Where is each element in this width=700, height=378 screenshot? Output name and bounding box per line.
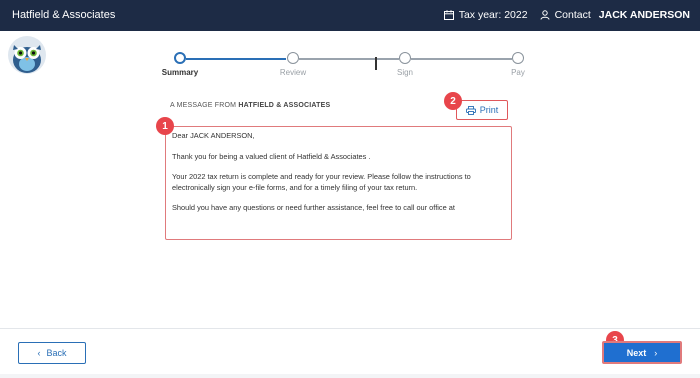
calendar-icon [443,10,454,20]
chevron-left-icon: ‹ [37,348,41,358]
step-dot-pay[interactable] [512,52,524,64]
stepper-line-1 [186,58,286,60]
contact-link[interactable]: Contact [540,9,591,21]
step-label-pay[interactable]: Pay [488,68,548,77]
message-greeting: Dear JACK ANDERSON, [172,131,255,140]
step-dot-review[interactable] [287,52,299,64]
contact-label: Contact [554,9,591,21]
callout-badge-2: 2 [444,92,462,110]
print-label: Print [479,105,499,115]
message-box: Dear JACK ANDERSON, Thank you for being … [165,126,512,240]
person-icon [540,10,550,20]
stepper-line-2 [299,58,399,60]
header-right: Tax year: 2022 Contact JACK ANDERSON [432,9,690,21]
top-header: Hatfield & Associates Tax year: 2022 Con… [0,0,700,31]
print-button[interactable]: Print [456,100,508,120]
step-label-summary[interactable]: Summary [150,68,210,77]
back-button[interactable]: ‹ Back [18,342,86,364]
user-name[interactable]: JACK ANDERSON [599,9,690,21]
progress-stepper: Summary Review Sign Pay [0,50,700,90]
printer-icon [465,105,476,115]
step-label-review[interactable]: Review [263,68,323,77]
chevron-right-icon: › [654,347,658,358]
message-paragraph-2: Your 2022 tax return is complete and rea… [172,172,471,192]
stepper-line-3 [411,58,512,60]
message-heading-firm: HATFIELD & ASSOCIATES [238,102,331,109]
message-paragraph-3: Should you have any questions or need fu… [172,203,455,212]
step-dot-sign[interactable] [399,52,411,64]
bottom-strip [0,374,700,378]
tax-year-label: Tax year: 2022 [458,9,528,21]
next-label: Next [626,347,647,358]
footer-divider [0,328,700,329]
firm-name: Hatfield & Associates [12,9,116,21]
step-label-sign[interactable]: Sign [375,68,435,77]
message-paragraph-1: Thank you for being a valued client of H… [172,151,371,161]
message-heading-prefix: A MESSAGE FROM [170,102,239,109]
back-label: Back [46,348,67,358]
callout-badge-1: 1 [156,117,174,135]
tax-year-selector[interactable]: Tax year: 2022 [443,9,528,21]
step-dot-summary[interactable] [174,52,186,64]
message-heading: A MESSAGE FROM HATFIELD & ASSOCIATES [170,102,330,109]
next-button[interactable]: Next › [602,341,682,364]
